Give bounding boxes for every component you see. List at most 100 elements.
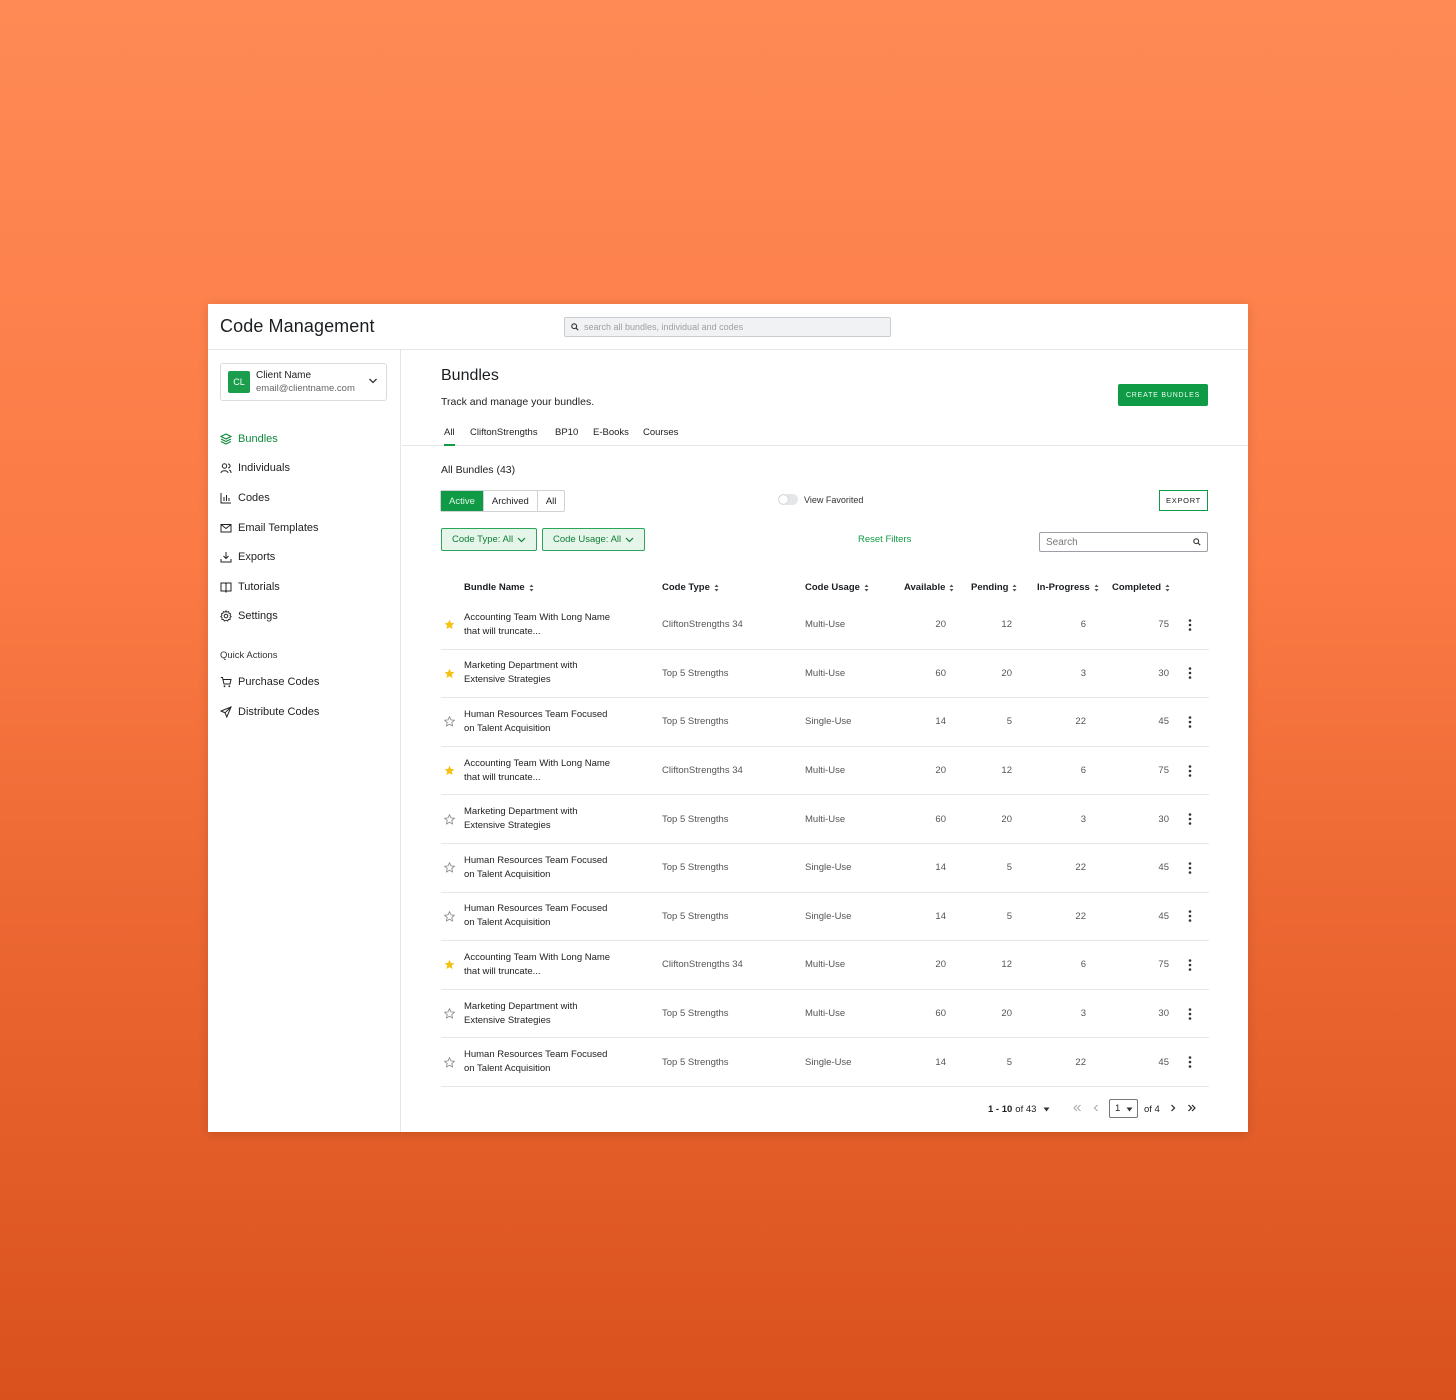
column-header-pending[interactable]: Pending bbox=[971, 582, 1017, 593]
export-button[interactable]: EXPORT bbox=[1159, 490, 1208, 511]
sidebar-item-label: Individuals bbox=[238, 462, 290, 475]
table-row[interactable]: Human Resources Team Focused on Talent Ac… bbox=[441, 698, 1209, 747]
table-row[interactable]: Human Resources Team Focused on Talent Ac… bbox=[441, 844, 1209, 893]
more-vertical-icon bbox=[1188, 1056, 1192, 1068]
column-header-available[interactable]: Available bbox=[904, 582, 954, 593]
bundle-name-cell[interactable]: Human Resources Team Focused on Talent Ac… bbox=[464, 698, 634, 746]
code-type-filter-label: Code Type: All bbox=[452, 534, 514, 545]
favorite-toggle[interactable] bbox=[444, 747, 456, 795]
sidebar-item-label: Bundles bbox=[238, 432, 278, 445]
favorite-toggle[interactable] bbox=[444, 795, 456, 843]
code-type-filter[interactable]: Code Type: All bbox=[441, 528, 538, 551]
favorite-toggle[interactable] bbox=[444, 1038, 456, 1086]
favorite-toggle[interactable] bbox=[444, 990, 456, 1038]
sidebar-item-tutorials[interactable]: Tutorials bbox=[220, 572, 390, 602]
sidebar-item-email-templates[interactable]: Email Templates bbox=[220, 513, 390, 543]
favorite-toggle[interactable] bbox=[444, 650, 456, 698]
more-vertical-icon bbox=[1188, 618, 1192, 631]
column-header-in-progress[interactable]: In-Progress bbox=[1037, 582, 1099, 593]
view-favorited-toggle[interactable] bbox=[778, 494, 798, 505]
client-switcher[interactable]: CL Client Name email@clientname.com bbox=[220, 363, 387, 401]
prev-page-icon[interactable] bbox=[1091, 1103, 1101, 1113]
sidebar-item-individuals[interactable]: Individuals bbox=[220, 454, 390, 484]
table-search-input[interactable] bbox=[1046, 536, 1186, 548]
code-usage-filter[interactable]: Code Usage: All bbox=[542, 528, 646, 551]
bundle-name-cell[interactable]: Marketing Department with Extensive Strat… bbox=[464, 990, 634, 1038]
quick-actions-title: Quick Actions bbox=[220, 649, 278, 661]
sidebar-item-label: Email Templates bbox=[238, 521, 319, 534]
favorite-toggle[interactable] bbox=[444, 698, 456, 746]
completed-cell: 30 bbox=[1158, 1008, 1169, 1020]
column-header-completed[interactable]: Completed bbox=[1112, 582, 1170, 593]
bundle-name-cell[interactable]: Human Resources Team Focused on Talent Ac… bbox=[464, 1038, 634, 1086]
row-actions-button[interactable] bbox=[1183, 844, 1197, 892]
sidebar-item-codes[interactable]: Codes bbox=[220, 483, 390, 513]
code-type-cell: CliftonStrengths 34 bbox=[662, 619, 743, 631]
bundle-name-cell[interactable]: Marketing Department with Extensive Strat… bbox=[464, 795, 634, 843]
sidebar-item-distribute-codes[interactable]: Distribute Codes bbox=[220, 697, 390, 727]
global-search-input[interactable] bbox=[584, 322, 874, 332]
row-actions-button[interactable] bbox=[1183, 990, 1197, 1038]
table-row[interactable]: Marketing Department with Extensive Strat… bbox=[441, 990, 1209, 1039]
row-actions-button[interactable] bbox=[1183, 893, 1197, 941]
sidebar-item-bundles[interactable]: Bundles bbox=[220, 424, 390, 454]
code-usage-cell: Multi-Use bbox=[805, 765, 846, 777]
bundle-name-cell[interactable]: Accounting Team With Long Name that will … bbox=[464, 941, 634, 989]
sidebar-item-purchase-codes[interactable]: Purchase Codes bbox=[220, 667, 390, 697]
global-search[interactable] bbox=[564, 317, 891, 337]
sidebar-item-settings[interactable]: Settings bbox=[220, 602, 390, 632]
row-actions-button[interactable] bbox=[1183, 650, 1197, 698]
table-row[interactable]: Human Resources Team Focused on Talent Ac… bbox=[441, 893, 1209, 942]
tab-cliftonstrengths[interactable]: CliftonStrengths bbox=[470, 427, 538, 446]
favorite-toggle[interactable] bbox=[444, 844, 456, 892]
tab-all[interactable]: All bbox=[444, 427, 455, 446]
tab-courses[interactable]: Courses bbox=[643, 427, 678, 446]
sidebar-item-label: Settings bbox=[238, 610, 278, 623]
tab-bp10[interactable]: BP10 bbox=[555, 427, 578, 446]
sidebar-item-exports[interactable]: Exports bbox=[220, 542, 390, 572]
reset-filters-link[interactable]: Reset Filters bbox=[858, 534, 911, 545]
row-actions-button[interactable] bbox=[1183, 601, 1197, 649]
column-header-code-type[interactable]: Code Type bbox=[662, 582, 719, 593]
status-all-button[interactable]: All bbox=[538, 491, 565, 511]
next-page-icon[interactable] bbox=[1168, 1103, 1178, 1113]
completed-cell: 75 bbox=[1158, 619, 1169, 631]
row-actions-button[interactable] bbox=[1183, 795, 1197, 843]
in-progress-cell: 3 bbox=[1080, 813, 1086, 825]
status-active-button[interactable]: Active bbox=[441, 491, 484, 511]
table-row[interactable]: Human Resources Team Focused on Talent Ac… bbox=[441, 1038, 1209, 1087]
first-page-icon[interactable] bbox=[1072, 1103, 1082, 1113]
page-number-select[interactable]: 1 bbox=[1109, 1099, 1138, 1118]
row-actions-button[interactable] bbox=[1183, 698, 1197, 746]
column-header-code-usage[interactable]: Code Usage bbox=[805, 582, 869, 593]
table-row[interactable]: Accounting Team With Long Name that will … bbox=[441, 747, 1209, 796]
table-row[interactable]: Marketing Department with Extensive Strat… bbox=[441, 795, 1209, 844]
column-header-bundle-name[interactable]: Bundle Name bbox=[464, 582, 534, 593]
favorite-toggle[interactable] bbox=[444, 601, 456, 649]
code-usage-cell: Multi-Use bbox=[805, 959, 846, 971]
table-row[interactable]: Accounting Team With Long Name that will … bbox=[441, 601, 1209, 650]
bundle-name-cell[interactable]: Human Resources Team Focused on Talent Ac… bbox=[464, 893, 634, 941]
chevron-down-icon bbox=[625, 537, 634, 542]
page-size-selector[interactable]: 1 - 10 of 43 bbox=[988, 1104, 1050, 1115]
last-page-icon[interactable] bbox=[1187, 1103, 1197, 1113]
code-type-cell: Top 5 Strengths bbox=[662, 910, 729, 922]
row-actions-button[interactable] bbox=[1183, 1038, 1197, 1086]
table-row[interactable]: Marketing Department with Extensive Strat… bbox=[441, 650, 1209, 699]
status-archived-button[interactable]: Archived bbox=[484, 491, 538, 511]
table-row[interactable]: Accounting Team With Long Name that will … bbox=[441, 941, 1209, 990]
create-bundles-button[interactable]: CREATE BUNDLES bbox=[1118, 384, 1208, 406]
bundle-name-cell[interactable]: Accounting Team With Long Name that will … bbox=[464, 601, 634, 649]
layers-icon bbox=[220, 433, 232, 445]
bundle-name-cell[interactable]: Human Resources Team Focused on Talent Ac… bbox=[464, 844, 634, 892]
favorite-toggle[interactable] bbox=[444, 941, 456, 989]
row-actions-button[interactable] bbox=[1183, 941, 1197, 989]
tab-e-books[interactable]: E-Books bbox=[593, 427, 629, 446]
available-cell: 14 bbox=[935, 910, 946, 922]
bundle-name-cell[interactable]: Accounting Team With Long Name that will … bbox=[464, 747, 634, 795]
row-actions-button[interactable] bbox=[1183, 747, 1197, 795]
favorite-toggle[interactable] bbox=[444, 893, 456, 941]
table-search[interactable] bbox=[1039, 532, 1208, 552]
code-type-cell: Top 5 Strengths bbox=[662, 667, 729, 679]
bundle-name-cell[interactable]: Marketing Department with Extensive Strat… bbox=[464, 650, 634, 698]
